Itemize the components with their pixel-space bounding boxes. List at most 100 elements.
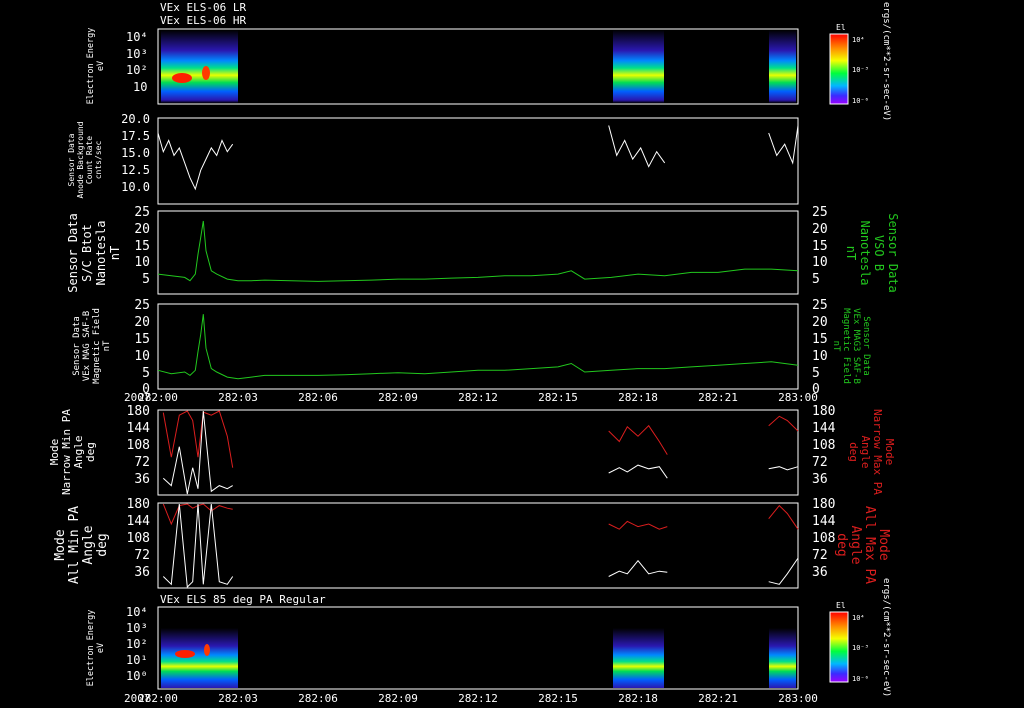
ytick-label-right: 36	[812, 565, 828, 580]
colorbar-tick: 10⁴	[852, 614, 865, 622]
ytick-label: 17.5	[121, 129, 150, 143]
colorbar-label: El	[836, 601, 846, 610]
ytick-label-right: 10	[812, 255, 828, 270]
time-tick: 282:09	[378, 692, 418, 705]
time-axis-2: 2007 282:00 282:03 282:06 282:09 282:12 …	[124, 692, 818, 705]
ytick-label: 25	[134, 298, 150, 313]
title-line-1: VEx ELS-06 LR	[160, 1, 246, 14]
ytick-label: 10	[133, 80, 147, 94]
panel-7-spectrogram: 10⁴ 10³ 10² 10¹ 10⁰ Electron Energy eV	[86, 605, 799, 690]
ytick-label-right: 15	[812, 239, 828, 254]
ylabel-right-line: deg	[847, 442, 860, 462]
time-tick: 282:21	[698, 692, 738, 705]
ytick-label: 15	[134, 239, 150, 254]
ytick-label-right: 144	[812, 421, 836, 436]
ytick-label-right: 5	[812, 272, 820, 287]
ytick-label-right: 10	[812, 349, 828, 364]
ytick-label: 10²	[126, 637, 148, 651]
spectrogram-hotspot	[202, 66, 210, 80]
ylabel-right-line: Mode	[876, 529, 891, 560]
ylabel-right-line: Magnetic Field	[841, 308, 851, 384]
ytick-label: 20.0	[121, 112, 150, 126]
panel-4-frame	[157, 303, 799, 390]
series-line	[162, 503, 234, 589]
ytick-label: 10²	[126, 63, 148, 77]
panel-7-frame	[157, 606, 799, 690]
ytick-label: 72	[134, 455, 150, 470]
series-line	[768, 557, 799, 585]
ytick-label: 15.0	[121, 146, 150, 160]
ylabel-right-line: deg	[834, 533, 849, 556]
ytick-label: 20	[134, 222, 150, 237]
series-line	[608, 520, 668, 530]
ytick-label-right: 25	[812, 298, 828, 313]
time-tick: 282:03	[218, 692, 258, 705]
ytick-label: 5	[142, 272, 150, 287]
ytick-label: 36	[134, 565, 150, 580]
series-line	[608, 559, 668, 577]
ytick-label: 25	[134, 205, 150, 220]
ylabel-right-line: Sensor Data	[861, 316, 871, 376]
spectrogram-hotspot	[204, 644, 210, 656]
ytick-label: 10⁴	[126, 605, 148, 619]
spectrogram-block	[769, 628, 796, 688]
ytick-label: 15	[134, 332, 150, 347]
ytick-label: 180	[127, 404, 150, 419]
ylabel-right-line: VSO B	[872, 235, 886, 271]
time-tick: 283:00	[778, 391, 818, 404]
colorbar-tick: 10⁻⁶	[852, 97, 869, 105]
ytick-label: 108	[127, 531, 150, 546]
colorbar-label: El	[836, 23, 846, 32]
time-axis-1: 2007 282:00 282:03 282:06 282:09 282:12 …	[124, 391, 818, 404]
panel-5-frame	[157, 409, 799, 496]
ytick-label: 20	[134, 315, 150, 330]
ytick-label-right: 180	[812, 497, 835, 512]
panel-3-btot: 25 20 15 10 5 25 20 15 10 5 Sensor Data …	[66, 205, 900, 295]
ytick-label-right: 20	[812, 222, 828, 237]
ytick-label-right: 15	[812, 332, 828, 347]
ylabel-line: All Min PA	[67, 506, 82, 584]
time-tick: 282:06	[298, 692, 338, 705]
series-line	[768, 125, 799, 165]
ytick-label: 36	[134, 472, 150, 487]
series-line	[768, 466, 799, 471]
ylabel-line: Angle	[81, 525, 96, 564]
ylabel-line: Sensor Data	[67, 133, 76, 186]
colorbar-units: ergs/(cm**2-sr-sec-eV)	[881, 578, 891, 697]
ylabel-line: nT	[108, 246, 122, 260]
ylabel-line: eV	[96, 61, 106, 71]
ytick-label: 10	[134, 349, 150, 364]
ytick-label: 108	[127, 438, 150, 453]
ylabel-line: nT	[102, 340, 112, 351]
panel-5-narrow-pa: 180 144 108 72 36 180 144 108 72 36 Mode…	[48, 404, 896, 496]
spectrogram-block	[613, 628, 664, 688]
series-line	[768, 504, 799, 530]
ytick-label-right: 72	[812, 548, 828, 563]
ylabel-line: VEx MAG SAF-B	[82, 311, 92, 381]
ytick-label-right: 144	[812, 514, 836, 529]
ylabel-line: Magnetic Field	[92, 308, 102, 384]
ylabel-line: Electron Energy	[86, 610, 96, 687]
ytick-label: 10.0	[121, 180, 150, 194]
title-line-2: VEx ELS-06 HR	[160, 14, 246, 27]
panel-1-frame	[157, 28, 799, 105]
colorbar-tick: 10⁻³	[852, 66, 869, 74]
ylabel-line: S/C Btot	[80, 224, 94, 282]
time-tick: 282:00	[138, 391, 178, 404]
ylabel-right-line: VEx MAG3 SAF-B	[851, 308, 861, 384]
time-tick: 282:21	[698, 391, 738, 404]
colorbar-gradient	[829, 33, 849, 105]
panel-2-background: 20.0 17.5 15.0 12.5 10.0 Sensor Data Ano…	[67, 112, 799, 205]
ytick-label: 10³	[126, 621, 148, 635]
spectrogram-block	[769, 30, 796, 103]
series-line	[608, 464, 668, 479]
colorbar-2: El 10⁴ 10⁻³ 10⁻⁶ ergs/(cm**2-sr-sec-eV)	[829, 578, 891, 697]
ylabel-right-line: nT	[844, 246, 858, 260]
colorbar-units: ergs/(cm**2-sr-sec-eV)	[881, 2, 891, 121]
time-tick: 282:12	[458, 692, 498, 705]
time-tick: 282:12	[458, 391, 498, 404]
colorbar-gradient	[829, 611, 849, 683]
time-tick: 282:18	[618, 391, 658, 404]
series-line	[157, 132, 234, 191]
ytick-label: 144	[127, 514, 151, 529]
